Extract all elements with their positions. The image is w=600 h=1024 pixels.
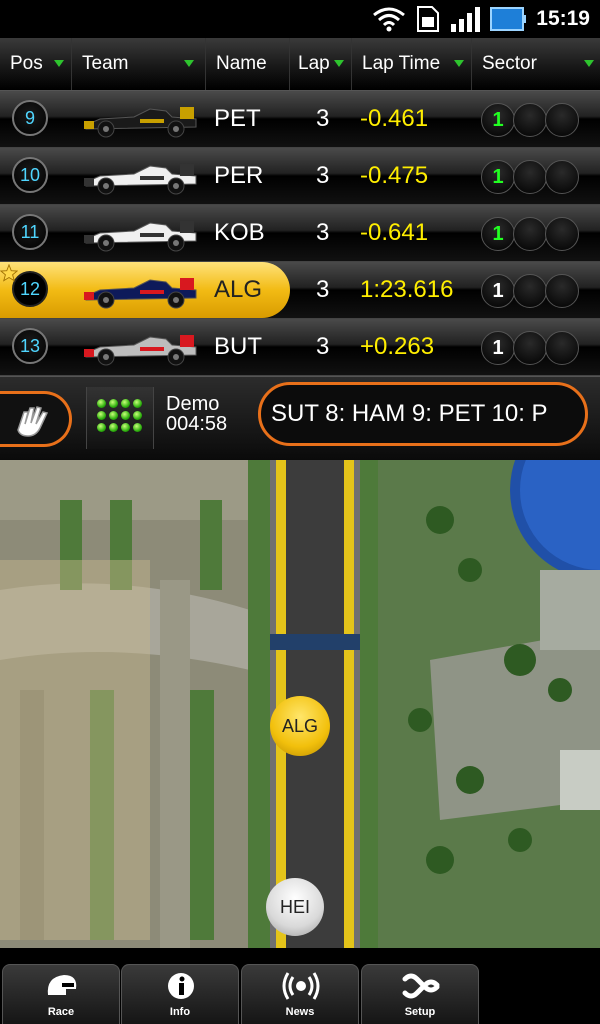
driver-name: KOB [214,219,265,246]
sector-dot-2 [513,103,547,137]
sort-arrow-icon [334,60,344,67]
setup-wrench-icon [402,973,440,999]
position-badge: 9 [12,100,48,136]
positions-ticker[interactable]: SUT 8: HAM 9: PET 10: P [258,382,588,446]
ticker-text: SUT 8: HAM 9: PET 10: P [271,400,548,427]
sector-dot-3 [545,331,579,365]
car-marker-hei[interactable]: HEI [266,878,324,936]
demo-label: Demo [166,393,220,415]
position-badge: 10 [12,157,48,193]
race-helmet-icon [47,975,77,995]
table-row[interactable]: 10 PER 3 -0.475 1 [0,148,600,205]
sector-dot-1: 1 [481,217,515,251]
header-lap[interactable]: Lap [290,38,352,90]
demo-session: Demo 004:58 [166,394,227,434]
sector-dot-1: 1 [481,160,515,194]
sort-arrow-icon [54,60,64,67]
driver-name: PER [214,162,264,189]
header-pos[interactable]: Pos [0,38,72,90]
position-badge: 13 [12,328,48,364]
status-bar: 15:19 [0,0,600,38]
star-icon [0,264,18,282]
sector-dot-2 [513,274,547,308]
wifi-icon [373,7,406,32]
driver-name: ALG [214,276,263,303]
team-car-icon [84,107,197,138]
header-sector[interactable]: Sector [472,38,600,90]
car-marker-alg[interactable]: ALG [270,696,330,756]
lap-number: 3 [316,276,330,303]
lap-time: -0.475 [360,162,429,189]
sector-indicator: 1 [481,103,579,137]
tab-info[interactable]: Info [121,964,239,1024]
sector-dot-2 [513,331,547,365]
sort-arrow-icon [454,60,464,67]
lap-time: +0.263 [360,333,435,360]
sector-indicator: 1 [481,160,579,194]
status-time: 15:19 [536,7,590,30]
start-lights-button[interactable] [86,387,154,449]
driver-name: BUT [214,333,262,360]
table-row[interactable]: 13 BUT 3 +0.263 1 [0,319,600,376]
tab-news[interactable]: News [241,964,359,1024]
battery-icon [490,7,527,31]
sector-dot-1: 1 [481,103,515,137]
sector-dot-1: 1 [481,274,515,308]
start-lights-icon [97,399,142,432]
sector-indicator: 1 [481,217,579,251]
lap-time: 1:23.616 [360,276,454,303]
sector-dot-3 [545,103,579,137]
sector-dot-3 [545,160,579,194]
sort-arrow-icon [584,60,594,67]
header-team[interactable]: Team [72,38,206,90]
standings-header: Pos Team Name Lap Lap Time Sector [0,38,600,91]
table-row[interactable]: 12 ALG 3 1:23.616 1 [0,262,600,319]
lap-number: 3 [316,333,330,360]
lap-number: 3 [316,219,330,246]
status-icons: 15:19 [372,5,590,33]
hand-button[interactable] [0,391,72,447]
sector-dot-2 [513,217,547,251]
sector-indicator: 1 [481,274,579,308]
sector-dot-3 [545,274,579,308]
table-row[interactable]: 9 PET 3 -0.461 1 [0,91,600,148]
hand-icon [17,406,49,437]
driver-name: PET [214,105,261,132]
sector-indicator: 1 [481,331,579,365]
bottom-nav: Race Info News Setup [0,948,600,1024]
lap-number: 3 [316,162,330,189]
sim-card-icon [417,6,440,32]
signal-icon [451,7,481,32]
position-badge: 11 [12,214,48,250]
team-car-icon [84,164,197,195]
tab-race[interactable]: Race [2,964,120,1024]
team-car-icon [84,221,197,252]
header-lap-time[interactable]: Lap Time [352,38,472,90]
sector-dot-3 [545,217,579,251]
lap-time: -0.461 [360,105,429,132]
broadcast-icon [282,972,320,1000]
team-car-icon [84,335,197,366]
sort-arrow-icon [184,60,194,67]
track-map[interactable]: ALG HEI [0,460,600,948]
table-row[interactable]: 11 KOB 3 -0.641 1 [0,205,600,262]
demo-timer: 004:58 [166,413,228,435]
lap-number: 3 [316,105,330,132]
team-car-icon [84,278,197,309]
tab-setup[interactable]: Setup [361,964,479,1024]
info-icon [168,973,194,999]
header-name[interactable]: Name [206,38,290,90]
sector-dot-2 [513,160,547,194]
sector-dot-1: 1 [481,331,515,365]
lap-time: -0.641 [360,219,429,246]
